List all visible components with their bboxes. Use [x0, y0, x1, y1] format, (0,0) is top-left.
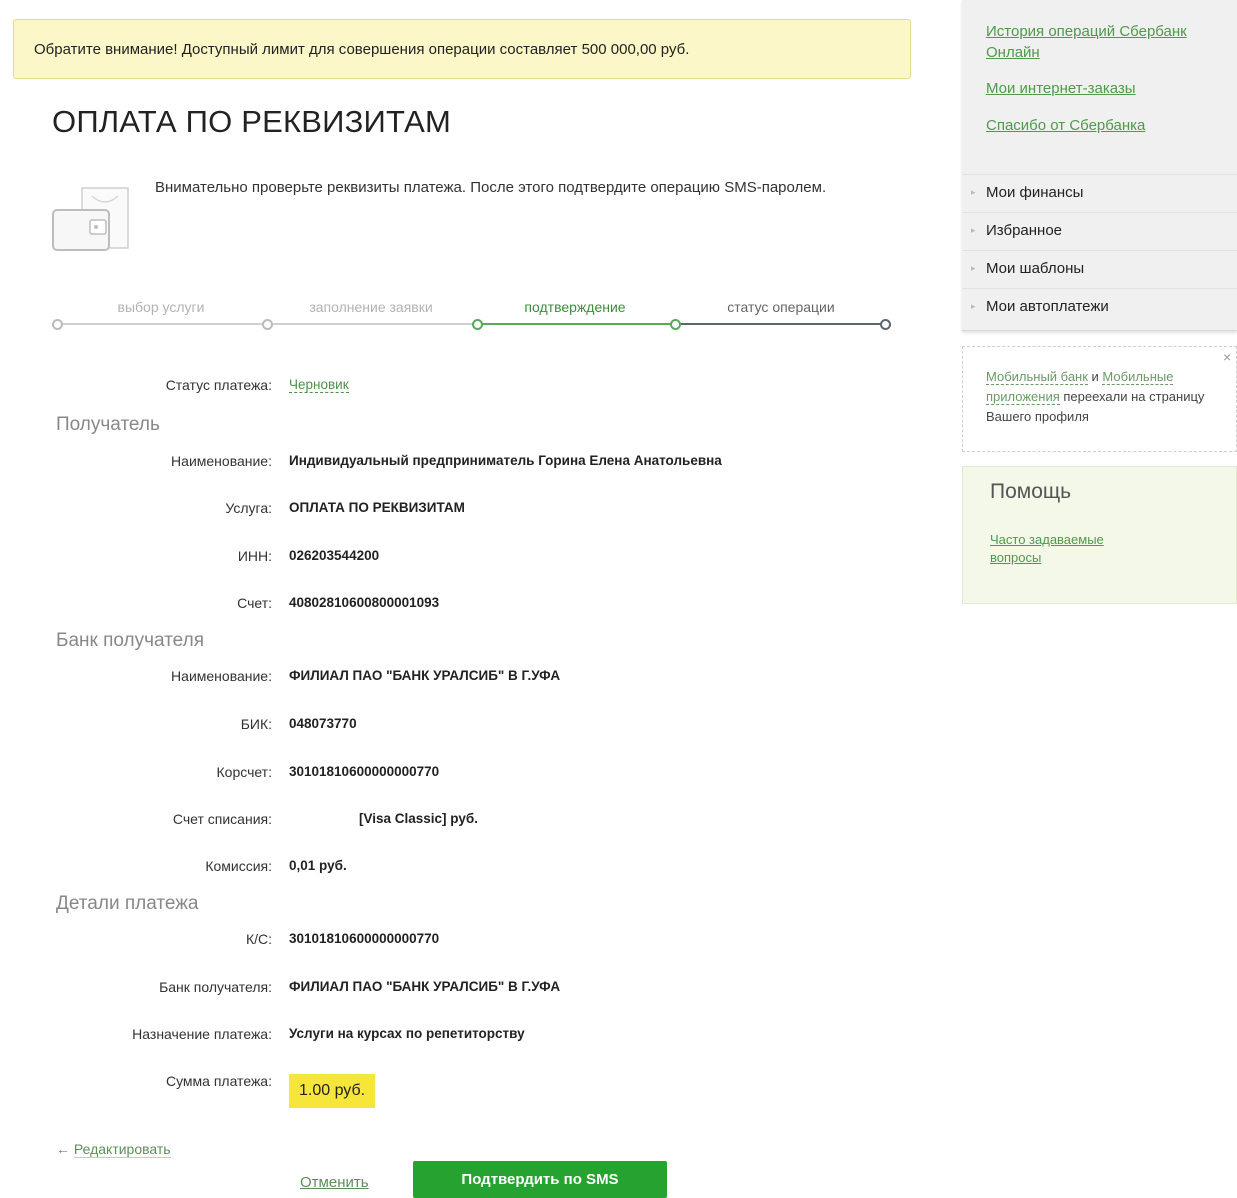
sidebar-item-label: Мои шаблоны	[986, 260, 1085, 277]
sidebar-item-templates[interactable]: ▸ Мои шаблоны	[962, 250, 1237, 288]
recipient-bank-label: Банк получателя:	[159, 979, 272, 995]
stepper-dot	[880, 319, 891, 330]
account-label: Счет:	[237, 595, 272, 611]
ks-label: К/С:	[245, 931, 272, 947]
payment-purpose-value: Услуги на курсах по репетиторству	[289, 1026, 525, 1041]
chevron-right-icon: ▸	[971, 263, 976, 273]
sidebar-item-label: Избранное	[986, 222, 1063, 239]
debit-account-value: [Visa Classic] руб.	[359, 811, 478, 826]
service-label: Услуга:	[225, 500, 272, 516]
limit-notice-text: Обратите внимание! Доступный лимит для с…	[34, 40, 690, 58]
step-operation-status: статус операции	[727, 299, 835, 315]
hint-text: Внимательно проверьте реквизиты платежа.…	[155, 179, 827, 196]
stepper-dot	[670, 319, 681, 330]
edit-link[interactable]: ← Редактировать	[56, 1141, 171, 1158]
chevron-right-icon: ▸	[971, 187, 976, 197]
limit-notice: Обратите внимание! Доступный лимит для с…	[13, 19, 911, 79]
account-value: 40802810600800001093	[289, 595, 440, 610]
commission-label: Комиссия:	[205, 858, 272, 874]
back-arrow-icon: ←	[56, 1141, 70, 1157]
stepper-dot	[262, 319, 273, 330]
stepper-dot	[472, 319, 483, 330]
corr-account-label: Корсчет:	[216, 764, 273, 780]
sidebar-link-internet-orders[interactable]: Мои интернет-заказы	[986, 80, 1136, 97]
sidebar-item-finances[interactable]: ▸ Мои финансы	[962, 174, 1237, 212]
recipient-name-value: Индивидуальный предприниматель Горина Ел…	[289, 453, 722, 468]
inn-value: 026203544200	[289, 548, 380, 563]
ks-value: 30101810600000000770	[289, 931, 440, 946]
service-value: ОПЛАТА ПО РЕКВИЗИТАМ	[289, 500, 465, 515]
sidebar-item-label: Мои автоплатежи	[986, 298, 1109, 315]
mobile-notice-text: Мобильный банк и Мобильные приложения пе…	[986, 367, 1221, 427]
chevron-right-icon: ▸	[971, 225, 976, 235]
section-bank: Банк получателя	[56, 630, 204, 651]
bik-label: БИК:	[240, 716, 272, 732]
confirm-sms-button[interactable]: Подтвердить по SMS	[413, 1161, 667, 1198]
faq-link[interactable]: Часто задаваемые вопросы	[990, 531, 1150, 567]
sidebar-link-spasibo[interactable]: Спасибо от Сбербанка	[986, 117, 1145, 134]
payment-purpose-label: Назначение платежа:	[132, 1026, 272, 1042]
sidebar-item-autopayments[interactable]: ▸ Мои автоплатежи	[962, 288, 1237, 326]
stepper-line-next	[676, 323, 888, 325]
chevron-right-icon: ▸	[971, 301, 976, 311]
stepper-line-active	[476, 323, 676, 325]
step-select-service: выбор услуги	[117, 299, 205, 315]
amount-label: Сумма платежа:	[165, 1073, 272, 1089]
sidebar-item-label: Мои финансы	[986, 184, 1084, 201]
inn-label: ИНН:	[237, 548, 272, 564]
section-details: Детали платежа	[56, 893, 199, 914]
debit-account-label: Счет списания:	[172, 811, 272, 827]
status-value[interactable]: Черновик	[289, 377, 349, 393]
bank-name-label: Наименование:	[171, 668, 272, 684]
amount-value: 1.00 руб.	[289, 1074, 376, 1108]
progress-stepper: выбор услуги заполнение заявки подтвержд…	[52, 295, 892, 335]
page-title: ОПЛАТА ПО РЕКВИЗИТАМ	[52, 104, 451, 139]
commission-value: 0,01 руб.	[289, 858, 347, 873]
wallet-icon	[52, 186, 130, 252]
bank-name-value: ФИЛИАЛ ПАО "БАНК УРАЛСИБ" В Г.УФА	[289, 668, 561, 683]
step-fill-form: заполнение заявки	[309, 299, 433, 315]
close-icon[interactable]: ×	[1223, 349, 1231, 365]
status-label: Статус платежа:	[165, 377, 272, 393]
help-title: Помощь	[990, 480, 1072, 503]
corr-account-value: 30101810600000000770	[289, 764, 440, 779]
sidebar-link-history[interactable]: История операций Сбербанк Онлайн	[986, 21, 1231, 63]
recipient-name-label: Наименование:	[171, 453, 272, 469]
sidebar-item-favorites[interactable]: ▸ Избранное	[962, 212, 1237, 250]
cancel-link[interactable]: Отменить	[300, 1174, 369, 1191]
stepper-dot	[52, 319, 63, 330]
mobile-bank-link[interactable]: Мобильный банк	[986, 369, 1088, 385]
section-recipient: Получатель	[56, 414, 160, 435]
recipient-bank-value: ФИЛИАЛ ПАО "БАНК УРАЛСИБ" В Г.УФА	[289, 979, 561, 994]
edit-link-label[interactable]: Редактировать	[73, 1141, 171, 1158]
bik-value: 048073770	[289, 716, 357, 731]
mobile-notice-and: и	[1087, 369, 1103, 384]
step-confirmation: подтверждение	[524, 299, 626, 315]
status-value-link[interactable]: Черновик	[289, 377, 349, 393]
